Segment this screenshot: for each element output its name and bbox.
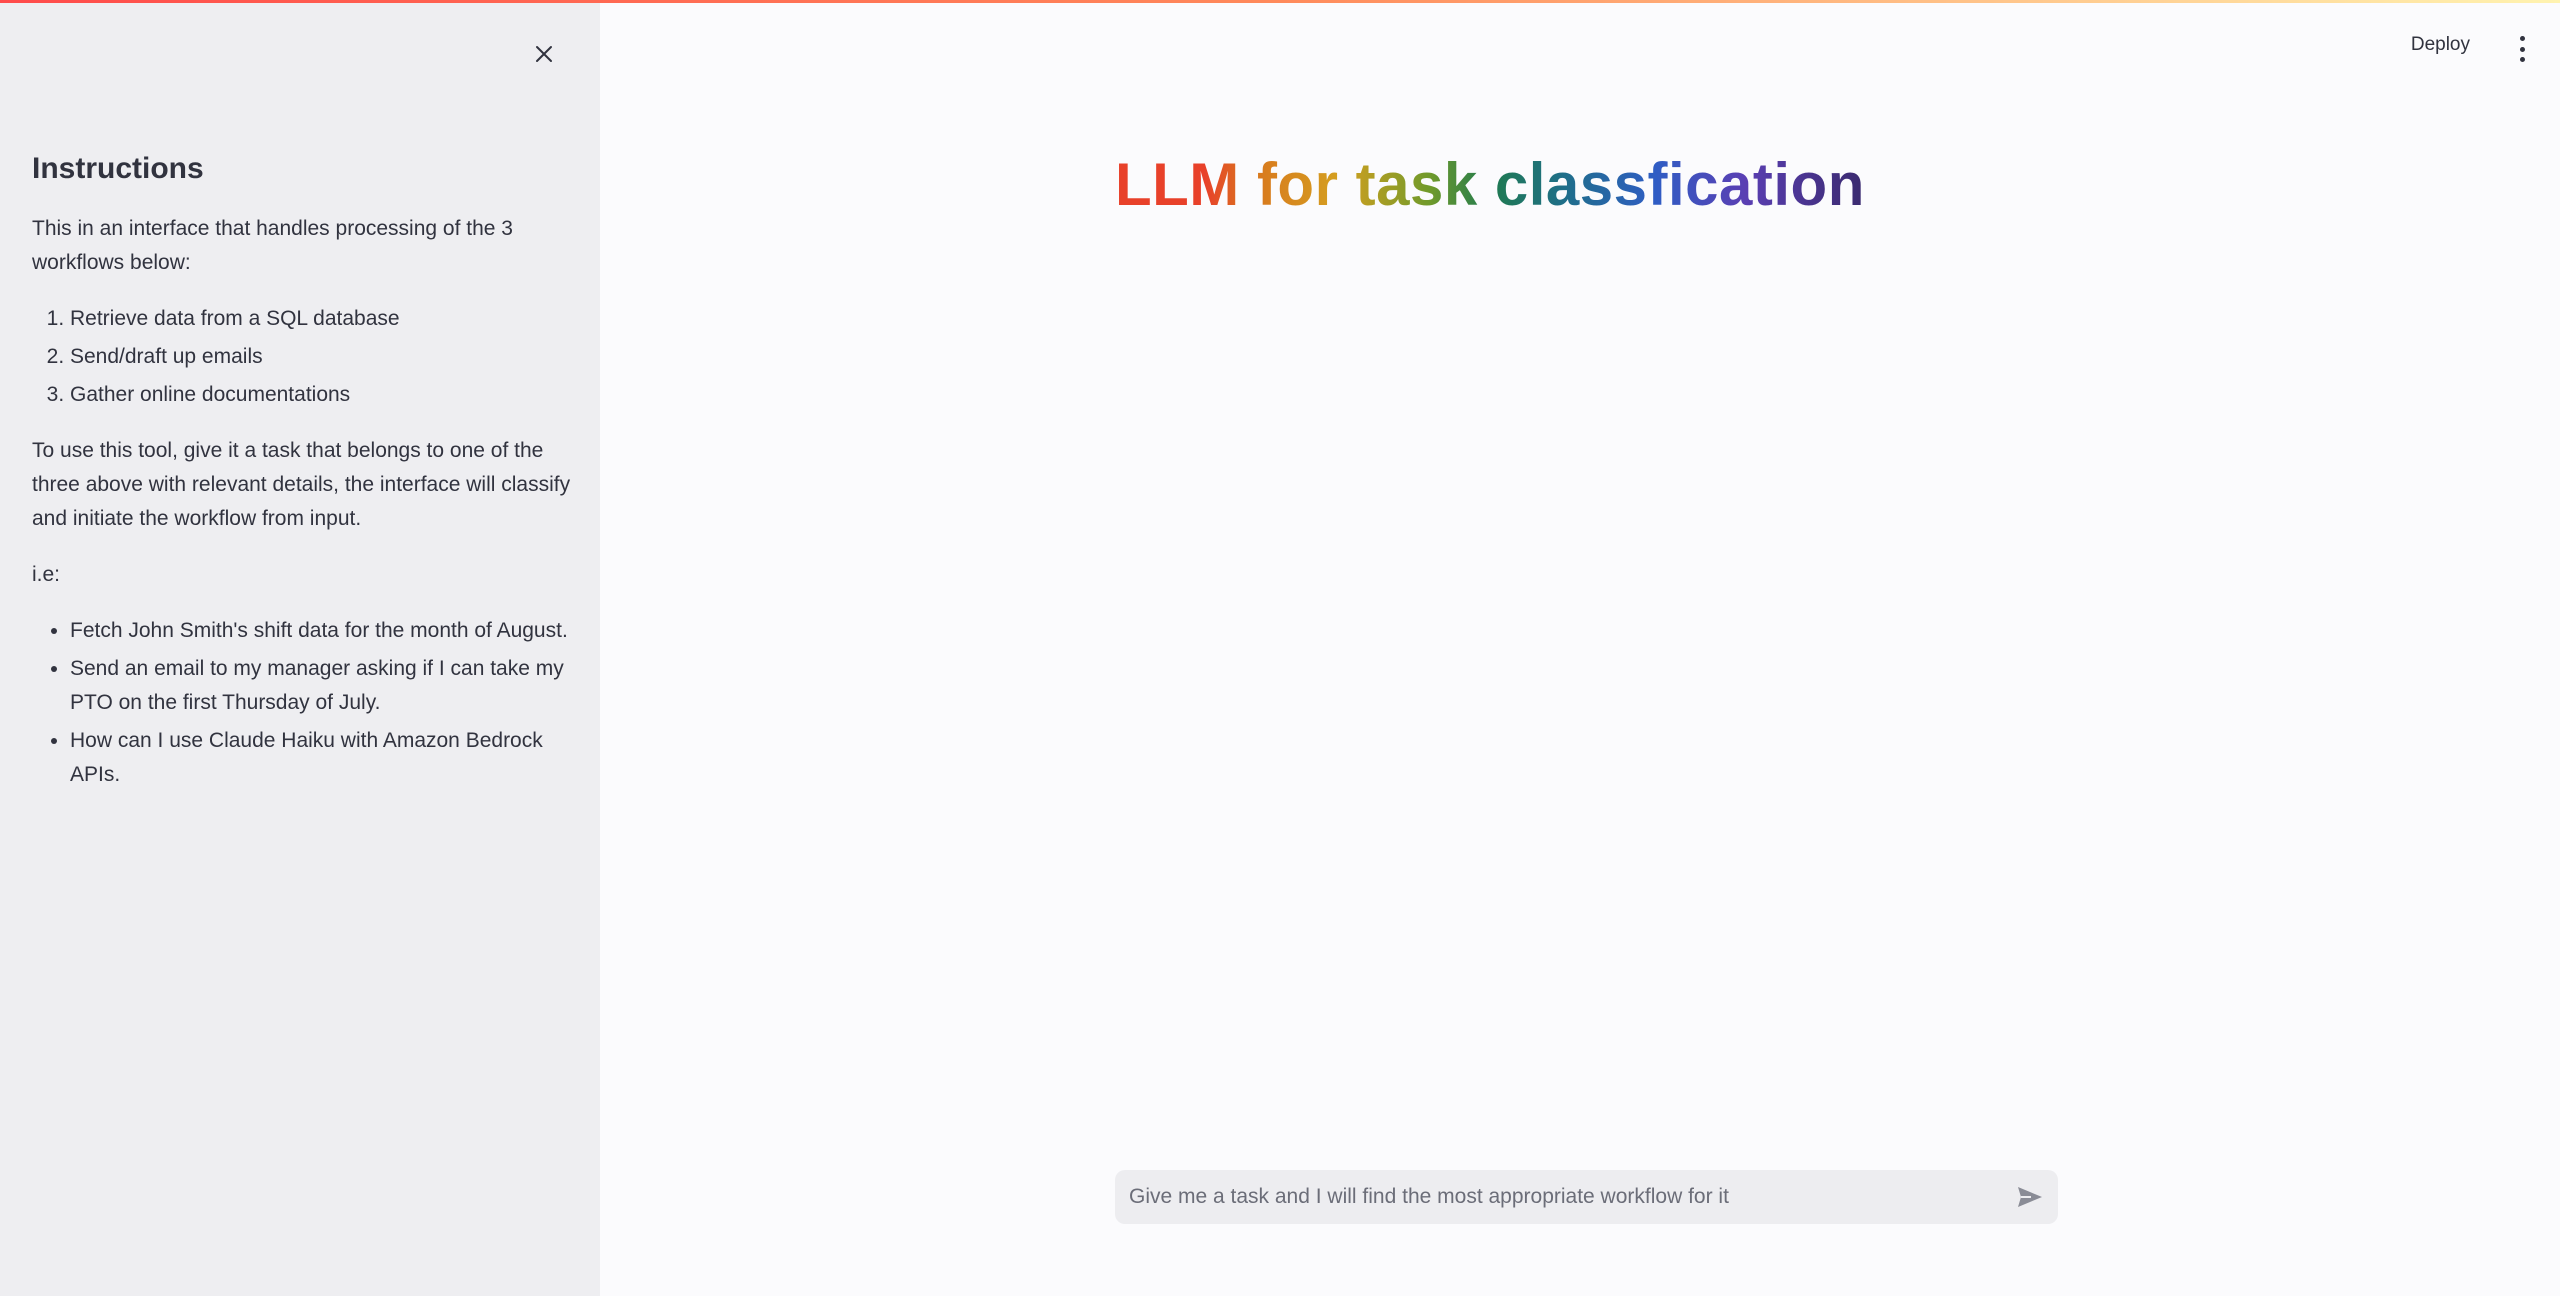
example-item: Fetch John Smith's shift data for the mo… bbox=[70, 614, 572, 648]
example-label: i.e: bbox=[32, 563, 61, 586]
workflow-item: Retrieve data from a SQL database bbox=[70, 302, 572, 336]
sidebar: Instructions This in an interface that h… bbox=[0, 0, 600, 1296]
example-item: How can I use Claude Haiku with Amazon B… bbox=[70, 724, 572, 792]
top-accent-bar bbox=[0, 0, 2560, 3]
example-list: Fetch John Smith's shift data for the mo… bbox=[32, 614, 572, 792]
sidebar-heading: Instructions bbox=[32, 152, 204, 185]
chat-input[interactable] bbox=[1127, 1184, 1998, 1210]
main-area: Deploy LLM for task classfication bbox=[600, 0, 2560, 1296]
send-icon bbox=[2018, 1187, 2042, 1207]
page-title: LLM for task classfication bbox=[1115, 151, 1865, 218]
workflow-list: Retrieve data from a SQL database Send/d… bbox=[32, 302, 572, 412]
deploy-button[interactable]: Deploy bbox=[2411, 34, 2470, 56]
workflow-item: Send/draft up emails bbox=[70, 340, 572, 374]
close-icon bbox=[536, 46, 552, 62]
sidebar-intro: This in an interface that handles proces… bbox=[32, 217, 513, 274]
send-button[interactable] bbox=[2014, 1182, 2046, 1212]
more-vertical-icon bbox=[2519, 36, 2525, 41]
workflow-item: Gather online documentations bbox=[70, 378, 572, 412]
chat-input-container bbox=[1115, 1170, 2058, 1224]
sidebar-close-button[interactable] bbox=[526, 36, 562, 72]
sidebar-content: This in an interface that handles proces… bbox=[32, 212, 572, 814]
sidebar-usage: To use this tool, give it a task that be… bbox=[32, 439, 571, 530]
example-item: Send an email to my manager asking if I … bbox=[70, 652, 572, 720]
main-menu-button[interactable] bbox=[2512, 36, 2532, 62]
